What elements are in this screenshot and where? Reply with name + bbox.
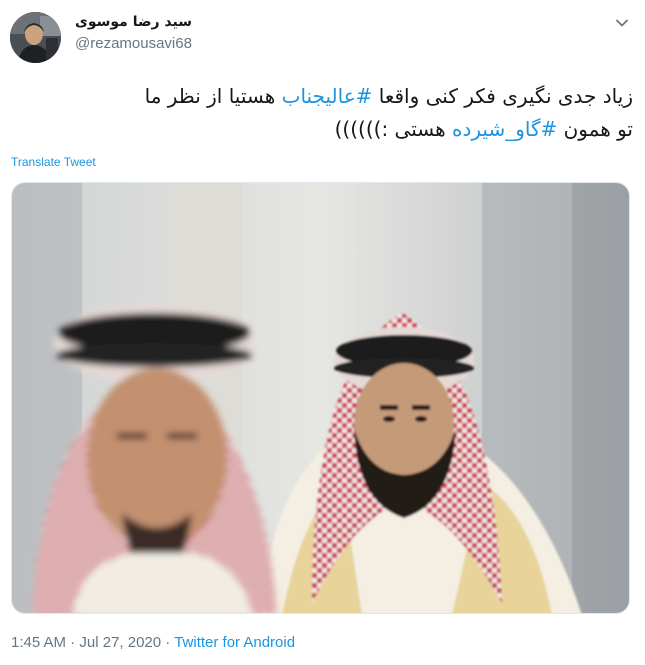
translate-tweet-link[interactable]: Translate Tweet xyxy=(11,155,96,169)
author-block: سید رضا موسوی @rezamousavi68 xyxy=(75,12,192,52)
avatar-image xyxy=(10,12,61,63)
photo-image xyxy=(12,183,629,613)
tweet-card: سید رضا موسوی @rezamousavi68 زیاد جدی نگ… xyxy=(0,0,645,665)
handle[interactable]: @rezamousavi68 xyxy=(75,32,192,52)
tweet-text-segment: هستیا از نظر ما xyxy=(144,84,282,108)
tweet-text-segment: هستی :)))))) xyxy=(334,117,452,141)
tweet-time[interactable]: 1:45 AM xyxy=(11,634,66,651)
tweet-source-link[interactable]: Twitter for Android xyxy=(174,634,295,651)
hashtag-link[interactable]: #گاو_شیرده xyxy=(452,117,557,141)
meta-separator: · xyxy=(161,634,175,651)
hashtag-link[interactable]: #عالیجناب xyxy=(282,84,373,108)
tweet-text: زیاد جدی نگیری فکر کنی واقعا #عالیجناب ه… xyxy=(12,80,633,146)
tweet-text-line-1: زیاد جدی نگیری فکر کنی واقعا #عالیجناب ه… xyxy=(12,80,633,113)
tweet-meta: 1:45 AM · Jul 27, 2020 · Twitter for And… xyxy=(11,634,295,651)
tweet-text-segment: زیاد جدی نگیری فکر کنی واقعا xyxy=(372,84,633,108)
chevron-down-icon[interactable] xyxy=(613,14,631,32)
display-name[interactable]: سید رضا موسوی xyxy=(75,12,192,32)
tweet-date[interactable]: Jul 27, 2020 xyxy=(79,634,161,651)
meta-separator: · xyxy=(66,634,80,651)
tweet-photo[interactable] xyxy=(11,182,630,614)
avatar[interactable] xyxy=(10,12,61,63)
tweet-text-line-2: تو همون #گاو_شیرده هستی :)))))) xyxy=(12,113,633,146)
tweet-text-segment: تو همون xyxy=(557,117,633,141)
